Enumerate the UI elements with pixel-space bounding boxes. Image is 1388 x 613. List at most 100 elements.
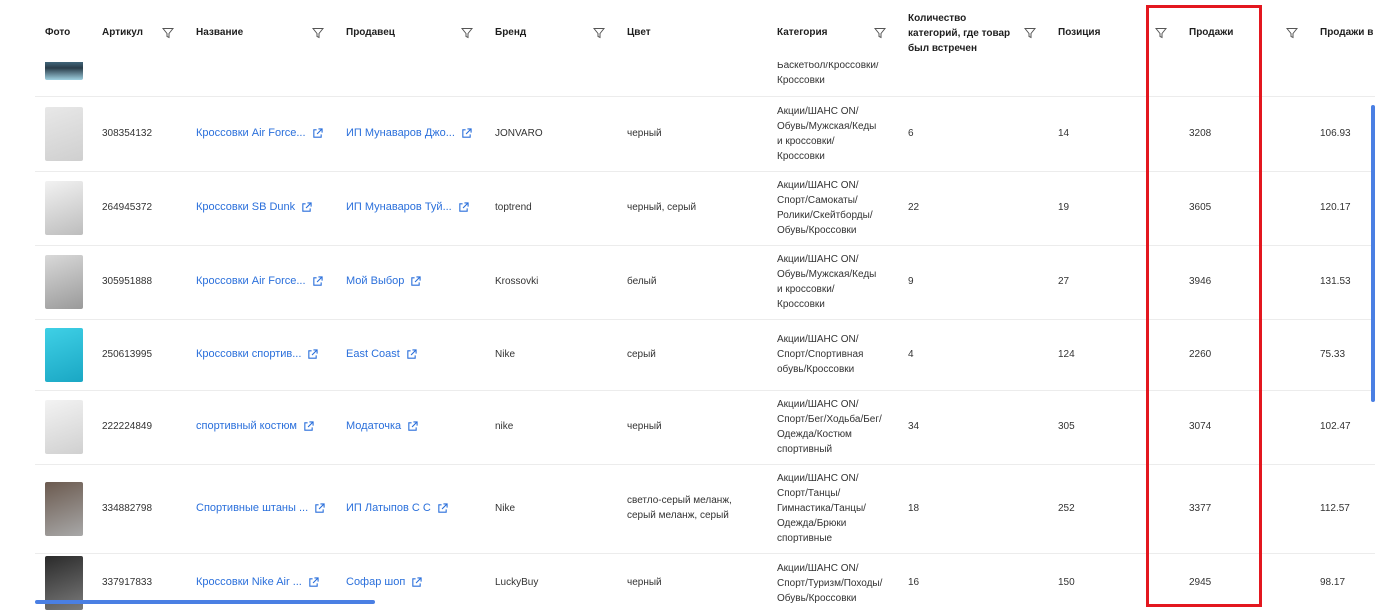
cell-sku: 334882798 — [102, 502, 153, 514]
cell-brand: JONVARO — [495, 128, 543, 139]
product-name-link[interactable]: Кроссовки Air Force... — [196, 126, 323, 141]
cell-category: Акции/ШАНС ON/ Спорт/Туризм/Походы/ Обув… — [777, 562, 883, 604]
external-link-icon[interactable] — [411, 577, 422, 588]
product-photo[interactable] — [45, 181, 83, 235]
row-divider — [35, 390, 1375, 391]
seller-name[interactable]: ИП Мунаваров Туй... — [346, 200, 452, 215]
cell-category: Акции/ШАНС ON/ Спорт/Самокаты/ Ролики/Ск… — [777, 180, 873, 236]
external-link-icon[interactable] — [437, 502, 448, 514]
cell-sales-per-day: 106.93 — [1320, 128, 1351, 139]
external-link-icon[interactable] — [312, 276, 323, 287]
product-name[interactable]: Кроссовки SB Dunk — [196, 200, 295, 215]
filter-icon[interactable] — [593, 27, 605, 39]
row-divider — [35, 245, 1375, 246]
header-brand: Бренд — [495, 27, 527, 38]
cell-category-count: 16 — [908, 577, 920, 588]
external-link-icon[interactable] — [301, 202, 312, 213]
product-name-link[interactable]: Кроссовки Nike Air ... — [196, 575, 319, 590]
cell-sku: 222224849 — [102, 421, 153, 432]
seller-link[interactable]: Модаточка — [346, 419, 418, 434]
cell-color: черный — [627, 128, 662, 139]
external-link-icon[interactable] — [461, 128, 472, 139]
filter-icon[interactable] — [1155, 27, 1167, 39]
seller-name[interactable]: East Coast — [346, 347, 400, 362]
seller-name[interactable]: Модаточка — [346, 419, 401, 434]
product-name[interactable]: Кроссовки спортив... — [196, 347, 301, 362]
product-name-link[interactable]: Кроссовки SB Dunk — [196, 200, 312, 215]
filter-icon[interactable] — [461, 27, 473, 39]
row-divider — [35, 96, 1375, 97]
product-name-link[interactable]: Спортивные штаны ... — [196, 501, 325, 516]
product-photo[interactable] — [45, 327, 83, 382]
cell-sales: 3074 — [1189, 421, 1212, 432]
cell-sales-per-day: 98.17 — [1320, 577, 1346, 588]
cell-category: Акции/ШАНС ON/ Спорт/Танцы/ Гимнастика/Т… — [777, 473, 866, 544]
cell-sales: 3946 — [1189, 276, 1212, 287]
cell-sales-per-day: 112.57 — [1320, 502, 1350, 514]
cell-color: черный, серый — [627, 202, 697, 213]
header-category: Категория — [777, 27, 828, 38]
product-photo[interactable] — [45, 400, 83, 454]
seller-link[interactable]: ИП Латыпов С С — [346, 501, 448, 516]
seller-link[interactable]: ИП Мунаваров Туй... — [346, 200, 469, 215]
external-link-icon[interactable] — [312, 128, 323, 139]
external-link-icon[interactable] — [410, 276, 422, 287]
external-link-icon[interactable] — [307, 348, 319, 360]
product-name[interactable]: Кроссовки Nike Air ... — [196, 575, 302, 590]
external-link-icon[interactable] — [458, 202, 469, 213]
cell-position: 14 — [1058, 128, 1070, 139]
seller-name[interactable]: Мой Выбор — [346, 274, 404, 289]
cell-position: 150 — [1058, 577, 1075, 588]
filter-icon[interactable] — [312, 27, 324, 39]
cell-category: Акции/ШАНС ON/ Обувь/Мужская/Кеды и крос… — [777, 254, 877, 310]
seller-name[interactable]: ИП Мунаваров Джо... — [346, 126, 455, 141]
seller-link[interactable]: ИП Мунаваров Джо... — [346, 126, 472, 141]
cell-sku: 337917833 — [102, 577, 153, 588]
cell-sales: 3605 — [1189, 202, 1212, 213]
cell-color: серый — [627, 348, 656, 360]
product-photo[interactable] — [45, 255, 83, 309]
filter-icon[interactable] — [1286, 27, 1298, 39]
cell-sales-per-day: 131.53 — [1320, 276, 1351, 287]
cell-position: 27 — [1058, 276, 1070, 287]
external-link-icon[interactable] — [303, 421, 314, 432]
cell-category-count: 6 — [908, 128, 914, 139]
product-name[interactable]: Кроссовки Air Force... — [196, 126, 306, 141]
seller-link[interactable]: East Coast — [346, 347, 417, 362]
cell-category-count: 4 — [908, 348, 914, 360]
external-link-icon[interactable] — [406, 348, 417, 360]
header-sales: Продажи — [1189, 27, 1234, 38]
cell-color: светло-серый меланж, серый меланж, серый — [627, 495, 732, 521]
row-divider — [35, 464, 1375, 465]
product-name-link[interactable]: Кроссовки спортив... — [196, 347, 319, 362]
horizontal-scrollbar[interactable] — [35, 600, 375, 604]
product-name-link[interactable]: спортивный костюм — [196, 419, 314, 434]
filter-icon[interactable] — [874, 27, 886, 39]
product-name[interactable]: Спортивные штаны ... — [196, 501, 308, 516]
row-divider — [35, 319, 1375, 320]
cell-sales: 2260 — [1189, 348, 1212, 360]
external-link-icon[interactable] — [407, 421, 418, 432]
product-name-link[interactable]: Кроссовки Air Force... — [196, 274, 323, 289]
seller-name[interactable]: ИП Латыпов С С — [346, 501, 431, 516]
cell-brand: Nike — [495, 348, 516, 360]
row-divider — [35, 171, 1375, 172]
product-photo[interactable] — [45, 481, 83, 536]
cell-position: 305 — [1058, 421, 1075, 432]
seller-link[interactable]: Мой Выбор — [346, 274, 422, 289]
cell-category-count: 34 — [908, 421, 920, 432]
cell-sales: 2945 — [1189, 577, 1212, 588]
seller-name[interactable]: Софар шоп — [346, 575, 405, 590]
filter-icon[interactable] — [1024, 27, 1036, 39]
seller-link[interactable]: Софар шоп — [346, 575, 422, 590]
product-name[interactable]: спортивный костюм — [196, 419, 297, 434]
external-link-icon[interactable] — [308, 577, 319, 588]
product-name[interactable]: Кроссовки Air Force... — [196, 274, 306, 289]
vertical-scrollbar[interactable] — [1371, 105, 1375, 402]
product-photo[interactable] — [45, 107, 83, 161]
header-seller: Продавец — [346, 27, 395, 38]
filter-icon[interactable] — [162, 27, 174, 39]
cell-color: черный — [627, 577, 662, 588]
external-link-icon[interactable] — [314, 502, 325, 514]
cell-color: черный — [627, 421, 662, 432]
